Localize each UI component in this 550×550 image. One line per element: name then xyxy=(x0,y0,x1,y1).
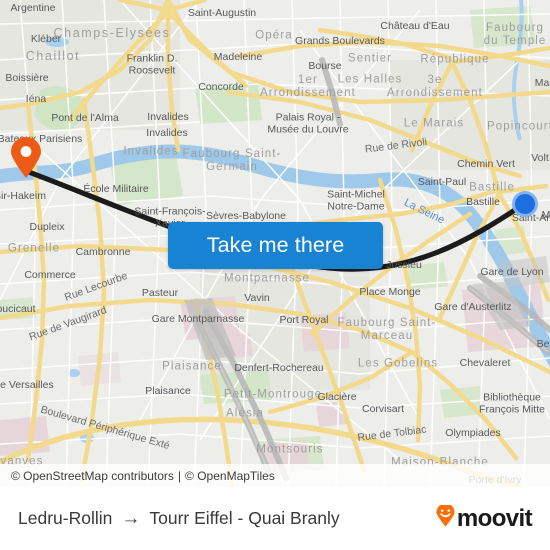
moovit-pin-icon xyxy=(436,503,455,532)
arrow-right-icon: → xyxy=(121,508,141,529)
route-footer: Ledru-Rollin → Tourr Eiffel - Quai Branl… xyxy=(0,487,550,550)
attribution-osm[interactable]: © OpenStreetMap contributors xyxy=(11,469,174,483)
route-destination-label: Tourr Eiffel - Quai Branly xyxy=(149,508,340,528)
map-canvas[interactable]: Argentine Saint-Augustin Château d'Eau Faub… xyxy=(0,0,550,487)
map-attribution: © OpenStreetMap contributors | © OpenMap… xyxy=(0,464,550,487)
route-origin-label: Ledru-Rollin xyxy=(18,508,113,528)
origin-pin-marker[interactable] xyxy=(10,137,42,179)
route-summary: Ledru-Rollin → Tourr Eiffel - Quai Branl… xyxy=(18,508,340,529)
moovit-wordmark: moovit xyxy=(456,504,533,532)
moovit-logo[interactable]: moovit xyxy=(436,503,533,533)
attribution-separator: | xyxy=(177,468,182,483)
destination-dot-marker[interactable] xyxy=(510,189,540,219)
moovit-route-card: Argentine Saint-Augustin Château d'Eau Faub… xyxy=(0,0,550,550)
take-me-there-button[interactable]: Take me there xyxy=(168,222,383,269)
attribution-openmaptiles[interactable]: © OpenMapTiles xyxy=(185,469,275,483)
